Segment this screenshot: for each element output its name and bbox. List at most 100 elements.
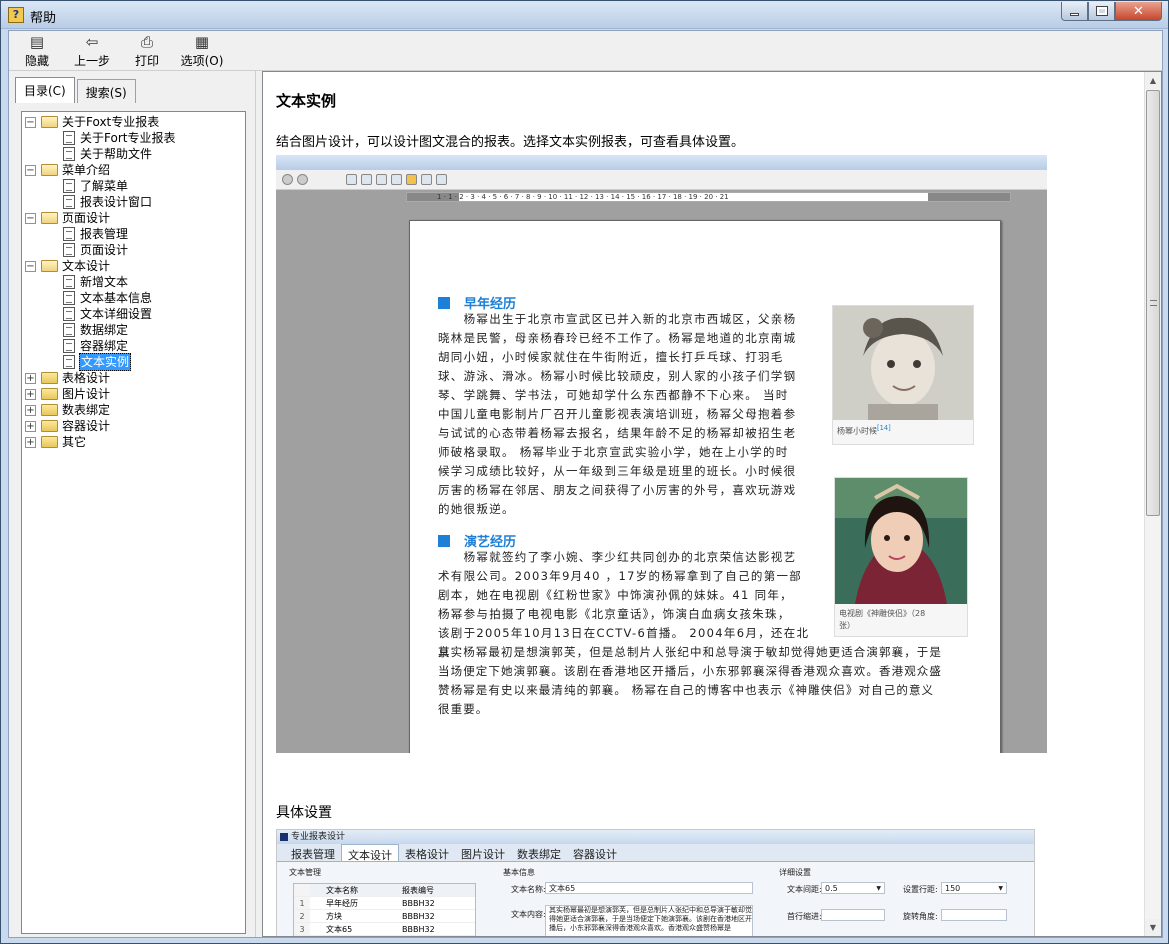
find-icon bbox=[436, 174, 447, 185]
document-icon bbox=[63, 275, 75, 289]
open-folder-icon bbox=[41, 212, 58, 224]
grip-icon bbox=[1150, 300, 1157, 306]
preview-titlebar bbox=[276, 155, 1047, 170]
document-icon bbox=[63, 339, 75, 353]
hide-label: 隐藏 bbox=[24, 54, 49, 68]
tree-folder-text[interactable]: − 文本设计 bbox=[25, 258, 176, 274]
folder-icon bbox=[41, 404, 58, 416]
contents-tree[interactable]: − 关于Foxt专业报表 关于Fort专业报表 关于帮助文件 − 菜单介绍 了解菜单… bbox=[21, 111, 246, 934]
topic-intro: 结合图片设计，可以设计图文混合的报表。选择文本实例报表，可查看具体设置。 bbox=[276, 135, 745, 150]
tree-item[interactable]: 报表管理 bbox=[25, 226, 176, 242]
vertical-scrollbar[interactable]: ▲ ▼ bbox=[1144, 72, 1161, 936]
expand-icon[interactable]: + bbox=[25, 372, 36, 384]
tree-folder-container[interactable]: + 容器设计 bbox=[25, 418, 176, 434]
nav-forward-icon bbox=[297, 174, 308, 185]
tree-label: 新增文本 bbox=[80, 275, 129, 289]
tree-folder-image[interactable]: + 图片设计 bbox=[25, 386, 176, 402]
caption-text: 杨幂小时候 bbox=[837, 426, 877, 436]
tree-label: 关于帮助文件 bbox=[80, 147, 153, 161]
expand-icon[interactable]: + bbox=[25, 404, 36, 416]
collapse-icon[interactable]: − bbox=[25, 212, 36, 224]
text-line: 球、游泳、滑冰。杨幂小时候比较顽皮，别人家的小孩子们学钢 bbox=[438, 369, 797, 383]
group-label: 文本管理 bbox=[289, 868, 321, 877]
photo-caption: 电视剧《神雕侠侣》（28 bbox=[839, 609, 926, 618]
tree-folder-about[interactable]: − 关于Foxt专业报表 bbox=[25, 114, 176, 130]
tree-folder-table[interactable]: + 表格设计 bbox=[25, 370, 176, 386]
tree-item[interactable]: 新增文本 bbox=[25, 274, 176, 290]
tree-item[interactable]: 容器绑定 bbox=[25, 338, 176, 354]
document-icon bbox=[63, 323, 75, 337]
scroll-down-button[interactable]: ▼ bbox=[1145, 919, 1161, 936]
childhood-photo-image bbox=[833, 306, 973, 420]
collapse-icon[interactable]: − bbox=[25, 260, 36, 272]
options-button[interactable]: ▦ 选项(O) bbox=[179, 34, 225, 70]
designer-titlebar: 专业报表设计 bbox=[277, 830, 1034, 844]
tree-label-selected: 文本实例 bbox=[79, 353, 132, 371]
navigation-pane: 目录(C) 搜索(S) − 关于Foxt专业报表 关于Fort专业报表 关于帮助文… bbox=[9, 71, 256, 937]
text-line: 当场便定下她演郭襄。该剧在香港地区开播后，小东邪郭襄深得香港观众喜欢。香港观众盛 bbox=[438, 664, 942, 678]
title-bar[interactable]: ? 帮助 ✕ bbox=[1, 1, 1168, 29]
help-question-icon: ? bbox=[8, 7, 24, 23]
grid-header: 文本名称 报表编号 bbox=[294, 884, 475, 897]
tree-item[interactable]: 文本详细设置 bbox=[25, 306, 176, 322]
document-icon bbox=[63, 307, 75, 321]
group-label: 详细设置 bbox=[779, 868, 811, 877]
tree-label: 菜单介绍 bbox=[62, 163, 111, 177]
view-icon bbox=[376, 174, 387, 185]
tree-item[interactable]: 关于帮助文件 bbox=[25, 146, 176, 162]
tree-item[interactable]: 页面设计 bbox=[25, 242, 176, 258]
topic-pane: 文本实例 结合图片设计，可以设计图文混合的报表。选择文本实例报表，可查看具体设置… bbox=[262, 71, 1162, 937]
open-folder-icon bbox=[41, 164, 58, 176]
maximize-button[interactable] bbox=[1088, 2, 1115, 21]
minimize-icon bbox=[1070, 12, 1079, 16]
collapse-icon[interactable]: − bbox=[25, 164, 36, 176]
print-button[interactable]: ⎙ 打印 bbox=[131, 34, 163, 70]
toolbar: ▤ 隐藏 ⇦ 上一步 ⎙ 打印 ▦ 选项(O) bbox=[9, 31, 1162, 71]
tree-folder-datatable[interactable]: + 数表绑定 bbox=[25, 402, 176, 418]
text-line: 的她很叛逆。 bbox=[438, 502, 515, 516]
designer-title: 专业报表设计 bbox=[291, 832, 346, 842]
tree-item[interactable]: 报表设计窗口 bbox=[25, 194, 176, 210]
cell: BBBH32 bbox=[402, 899, 435, 908]
text-line: 杨幂就签约了李小婉、李少红共同创办的北京荣信达影视艺 bbox=[438, 550, 797, 564]
folder-icon bbox=[41, 420, 58, 432]
tree-item[interactable]: 文本基本信息 bbox=[25, 290, 176, 306]
cell: 文本65 bbox=[326, 925, 353, 934]
designer-body: 文本管理 基本信息 详细设置 文本名称 报表编号 1 早年经历 BBBH32 2 方块 B… bbox=[277, 863, 1034, 936]
text-line: 赞杨幂是有史以来最清纯的郭襄。 杨幂在自己的博客中也表示《神雕侠侣》对自己的意义 bbox=[438, 683, 935, 697]
folder-icon bbox=[41, 436, 58, 448]
back-button[interactable]: ⇦ 上一步 bbox=[69, 34, 115, 70]
scroll-thumb[interactable] bbox=[1146, 90, 1160, 516]
tree-item[interactable]: 关于Fort专业报表 bbox=[25, 130, 176, 146]
close-button[interactable]: ✕ bbox=[1115, 2, 1162, 21]
designer-tab: 表格设计 bbox=[405, 848, 449, 861]
section-marker-icon bbox=[438, 534, 450, 547]
text-name-field: 文本65 bbox=[545, 882, 753, 894]
hide-button[interactable]: ▤ 隐藏 bbox=[19, 34, 55, 70]
tree-folder-menu[interactable]: − 菜单介绍 bbox=[25, 162, 176, 178]
expand-icon[interactable]: + bbox=[25, 436, 36, 448]
tree-item-selected[interactable]: 文本实例 bbox=[25, 353, 176, 371]
tab-contents[interactable]: 目录(C) bbox=[15, 77, 75, 103]
document-icon bbox=[63, 243, 75, 257]
text-icon bbox=[421, 174, 432, 185]
tree-folder-page[interactable]: − 页面设计 bbox=[25, 210, 176, 226]
group-label: 基本信息 bbox=[503, 868, 535, 877]
scroll-up-button[interactable]: ▲ bbox=[1145, 72, 1161, 89]
tree-item[interactable]: 数据绑定 bbox=[25, 322, 176, 338]
photo-childhood: 杨幂小时候[14] bbox=[832, 305, 974, 445]
color-icon bbox=[406, 174, 417, 185]
tree-item[interactable]: 了解菜单 bbox=[25, 178, 176, 194]
select-value: 150 bbox=[945, 884, 961, 893]
open-folder-icon bbox=[41, 116, 58, 128]
expand-icon[interactable]: + bbox=[25, 388, 36, 400]
text-line: 杨幂参与拍摄了电视电影《北京童话》，饰演白血病女孩朱珠， bbox=[438, 607, 791, 621]
collapse-icon[interactable]: − bbox=[25, 116, 36, 128]
tree-list: − 关于Foxt专业报表 关于Fort专业报表 关于帮助文件 − 菜单介绍 了解菜单… bbox=[25, 114, 176, 450]
tab-search[interactable]: 搜索(S) bbox=[76, 79, 136, 103]
expand-icon[interactable]: + bbox=[25, 420, 36, 432]
designer-tab: 容器设计 bbox=[573, 848, 617, 861]
text-line: 剧本，她在电视剧《红粉世家》中饰演孙佩的妹妹。41 同年， bbox=[438, 588, 793, 602]
minimize-button[interactable] bbox=[1061, 2, 1088, 21]
tree-folder-other[interactable]: + 其它 bbox=[25, 434, 176, 450]
